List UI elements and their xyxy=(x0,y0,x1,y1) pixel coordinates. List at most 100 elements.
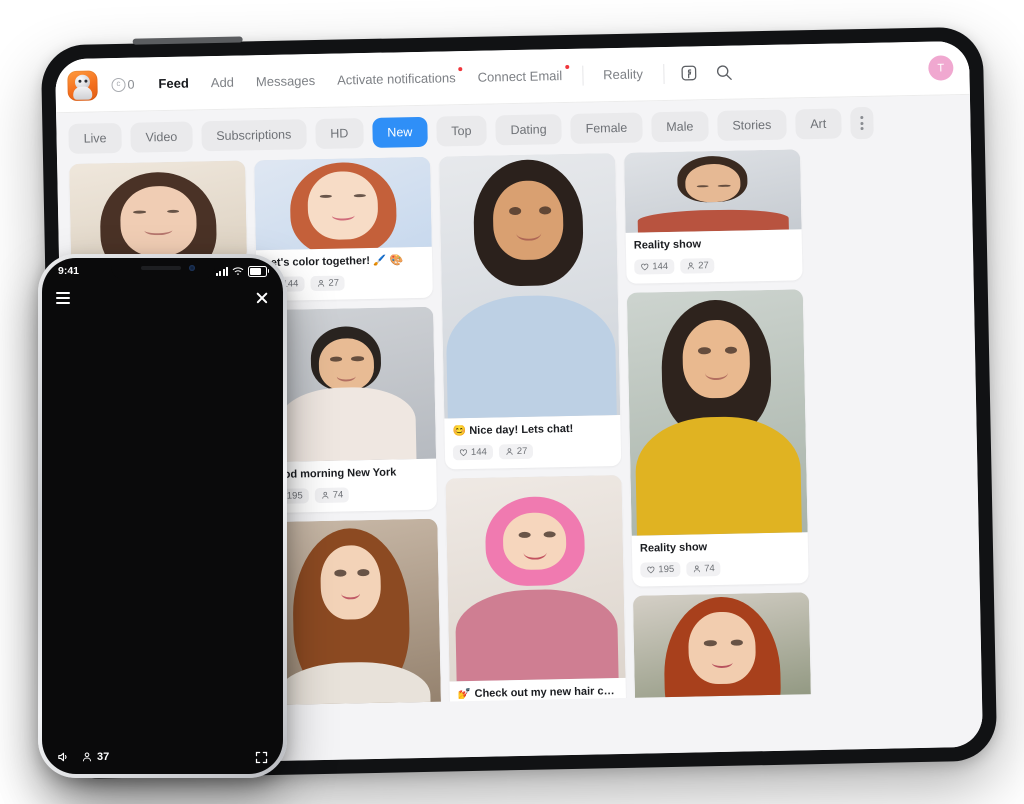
filter-pill-top[interactable]: Top xyxy=(436,115,487,147)
card-thumbnail xyxy=(626,289,808,536)
hamburger-menu-icon[interactable] xyxy=(56,292,70,304)
card-thumbnail xyxy=(632,591,813,710)
card-thumbnail xyxy=(69,160,248,264)
like-stat: 195 xyxy=(640,561,681,578)
card-stats: 144 27 xyxy=(634,256,794,275)
close-icon[interactable] xyxy=(255,291,269,305)
nav-link-reality[interactable]: Reality xyxy=(592,66,654,82)
card-thumbnail xyxy=(261,518,442,710)
coin-icon: c xyxy=(111,77,126,92)
filter-pill-new[interactable]: New xyxy=(372,116,428,148)
phone-overlay-topbar xyxy=(42,284,283,312)
notification-dot-icon xyxy=(458,67,463,72)
filter-pill-dating[interactable]: Dating xyxy=(495,114,562,146)
filter-pill-stories[interactable]: Stories xyxy=(717,109,787,141)
card-meta: 💅 Check out my new hair color 195 xyxy=(450,678,627,710)
card-caption: 💅 Check out my new hair color xyxy=(457,684,618,701)
filter-pill-subscriptions[interactable]: Subscriptions xyxy=(200,119,307,152)
card-caption: Reality show xyxy=(639,541,708,555)
card-thumbnail xyxy=(624,149,802,233)
app-mascot-logo-icon[interactable] xyxy=(67,69,98,101)
coin-balance[interactable]: c 0 xyxy=(111,77,135,92)
user-avatar[interactable]: T xyxy=(928,55,954,81)
filter-pill-video[interactable]: Video xyxy=(130,121,193,153)
earpiece-speaker-icon xyxy=(140,266,181,270)
filter-pill-hd[interactable]: HD xyxy=(314,118,364,150)
notification-dot-icon xyxy=(564,64,570,70)
viewer-count: 74 xyxy=(332,489,344,501)
screenshot-stage: c 0 Feed Add Messages Activate notificat… xyxy=(0,0,1024,804)
feed-card[interactable]: Reality show 144 27 xyxy=(624,149,803,284)
nav-divider xyxy=(662,63,665,84)
card-meta: 😊 Nice day! Lets chat! 144 27 xyxy=(444,415,621,469)
feed-card[interactable]: 💅 Check out my new hair color 195 xyxy=(445,474,627,710)
viewer-stat: 74 xyxy=(314,486,350,503)
filter-pill-female[interactable]: Female xyxy=(570,112,643,144)
like-count: 195 xyxy=(658,563,675,575)
like-count: 195 xyxy=(286,489,303,502)
nav-link-label: Reality xyxy=(603,66,644,83)
front-camera-icon xyxy=(188,265,195,271)
card-caption: Good morning New York xyxy=(268,466,397,481)
avatar-initial: T xyxy=(937,61,945,75)
nav-link-activate-notifications[interactable]: Activate notifications xyxy=(326,67,467,88)
like-stat: 195 xyxy=(458,706,499,710)
heart-icon xyxy=(459,449,468,456)
filter-pill-male[interactable]: Male xyxy=(650,111,709,143)
nav-link-messages[interactable]: Messages xyxy=(245,73,327,90)
battery-icon xyxy=(248,265,269,277)
phone-overlay-bottom: 37 xyxy=(42,740,283,774)
nav-link-connect-email[interactable]: Connect Email xyxy=(467,64,574,85)
phone-screen: 9:41 37 xyxy=(42,258,283,774)
person-icon xyxy=(693,564,700,572)
coin-count: 0 xyxy=(127,77,135,92)
feed-card[interactable]: 😊 Nice day! Lets chat! 144 27 xyxy=(439,153,622,470)
search-icon[interactable] xyxy=(714,63,733,82)
viewer-stat: 27 xyxy=(310,275,346,291)
nav-link-feed[interactable]: Feed xyxy=(147,75,200,92)
cellular-signal-icon xyxy=(215,266,228,276)
viewer-stat: 27 xyxy=(679,257,715,274)
viewer-count: 74 xyxy=(522,708,533,709)
like-stat: 144 xyxy=(634,258,675,275)
feed-column: Reality show 144 27 Reality show 195 74 xyxy=(624,149,813,710)
nav-link-label: Activate notifications xyxy=(337,70,456,88)
feed-card[interactable] xyxy=(632,591,813,710)
viewer-stat: 74 xyxy=(686,560,721,577)
heart-icon xyxy=(647,566,655,573)
feed-column: 😊 Nice day! Lets chat! 144 27 💅 Check ou… xyxy=(439,153,627,710)
card-thumbnail xyxy=(445,474,626,682)
nav-divider xyxy=(581,65,584,86)
feed-card[interactable] xyxy=(69,160,248,264)
like-count: 144 xyxy=(652,260,669,273)
card-stats: 195 74 xyxy=(458,705,618,710)
person-icon xyxy=(687,262,694,270)
wifi-icon xyxy=(232,267,244,275)
live-viewer-count: 37 xyxy=(81,751,109,763)
card-thumbnail xyxy=(254,156,432,251)
filter-pill-live[interactable]: Live xyxy=(68,122,122,154)
viewer-count-value: 37 xyxy=(97,751,110,763)
like-stat: 144 xyxy=(452,444,493,461)
phone-device: 9:41 37 xyxy=(38,254,287,778)
status-time: 9:41 xyxy=(58,265,80,277)
person-icon xyxy=(322,491,329,499)
person-icon xyxy=(82,752,92,762)
nav-link-add[interactable]: Add xyxy=(200,74,245,90)
filter-pill-art[interactable]: Art xyxy=(794,108,842,140)
phone-notch xyxy=(110,258,215,280)
facebook-icon[interactable] xyxy=(679,63,698,82)
fullscreen-expand-icon[interactable] xyxy=(254,750,269,765)
status-indicators xyxy=(215,265,269,277)
nav-link-label: Feed xyxy=(158,75,189,92)
kebab-menu-icon[interactable] xyxy=(849,106,874,140)
nav-link-label: Connect Email xyxy=(477,68,563,85)
card-meta: Reality show 195 74 xyxy=(632,532,809,586)
speaker-icon[interactable] xyxy=(56,750,71,764)
card-caption: Let's color together! 🖌️ 🎨 xyxy=(264,254,404,270)
card-meta: Reality show 144 27 xyxy=(626,229,803,283)
feed-card[interactable] xyxy=(261,518,442,710)
feed-card[interactable]: Reality show 195 74 xyxy=(626,289,809,587)
card-stats: 144 27 xyxy=(452,442,613,461)
